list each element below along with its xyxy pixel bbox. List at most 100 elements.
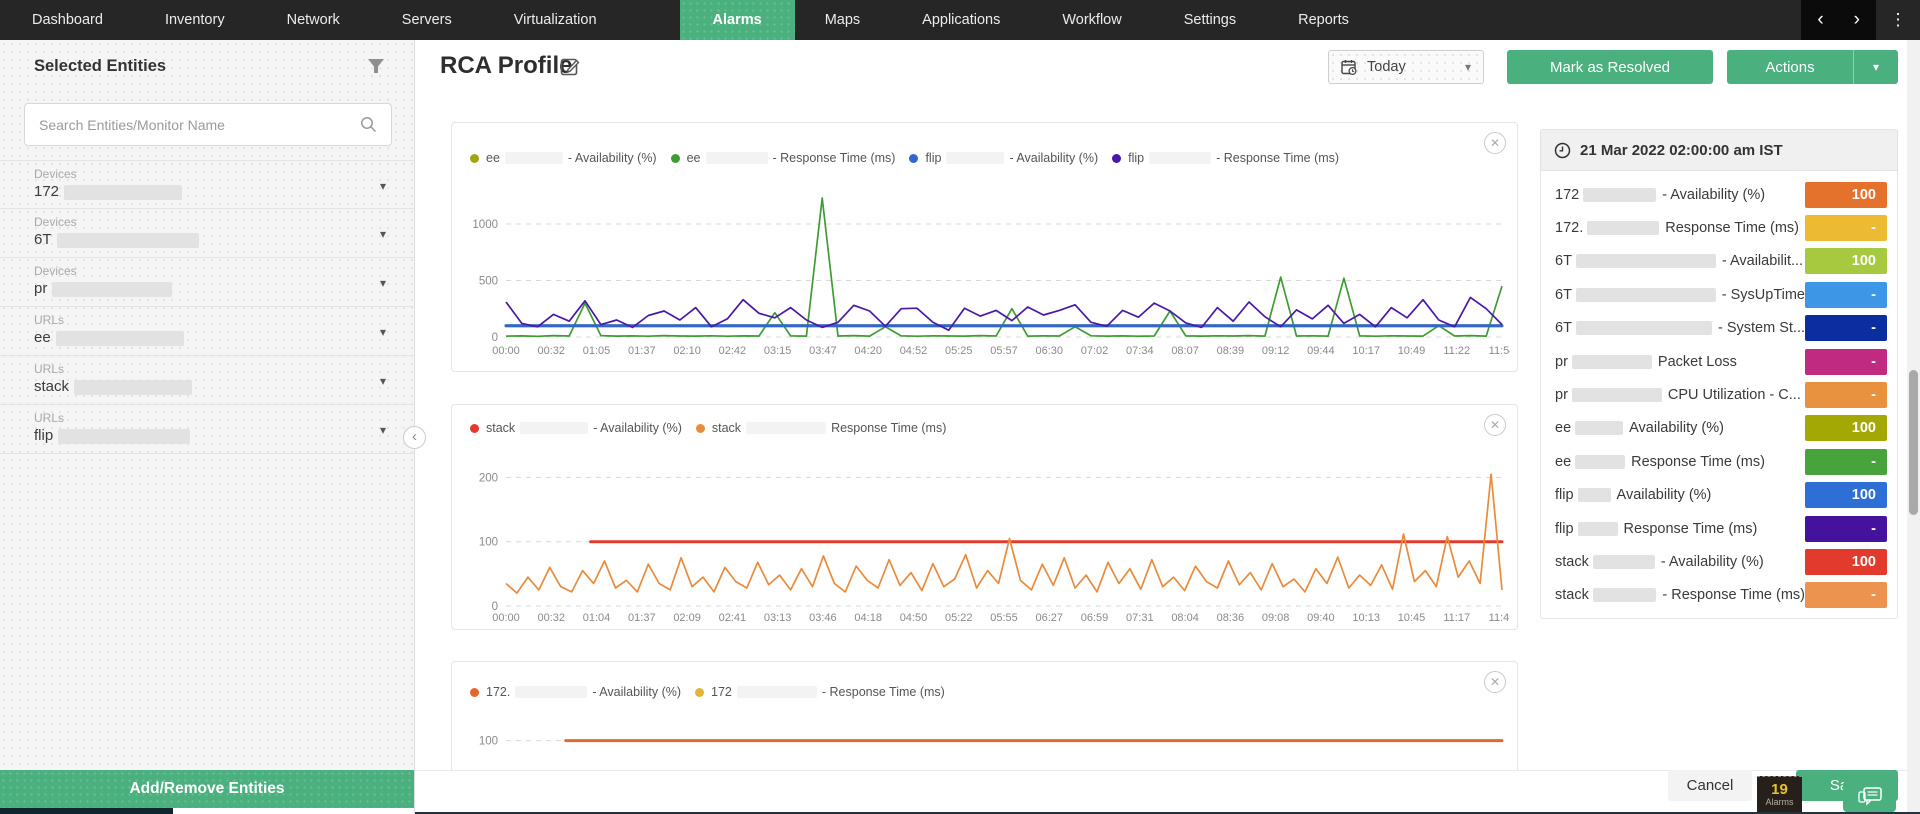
sidebar-entity-devices-6t[interactable]: Devices 6T ▾: [0, 209, 414, 258]
metric-name-metric: Packet Loss: [1657, 353, 1737, 370]
actions-button[interactable]: Actions ▾: [1727, 50, 1898, 84]
search-input[interactable]: [39, 116, 360, 133]
nav-item-reports[interactable]: Reports: [1295, 0, 1352, 40]
close-chart-icon[interactable]: ✕: [1484, 671, 1506, 693]
alarms-count-badge: 19 Alarms: [1757, 776, 1802, 812]
sidebar-entity-urls-flip[interactable]: URLs flip ▾: [0, 405, 414, 454]
sidebar-entity-urls-ee[interactable]: URLs ee ▾: [0, 307, 414, 356]
legend-series-metric: - Response Time (ms): [772, 151, 896, 165]
metric-name-metric: CPU Utilization - C...: [1667, 387, 1801, 404]
x-axis-tick: 10:49: [1398, 345, 1426, 357]
chevron-down-icon[interactable]: ▾: [380, 276, 386, 290]
scrollbar-thumb[interactable]: [1909, 370, 1918, 515]
legend-item: stack Response Time (ms): [695, 421, 946, 435]
redacted-text: [1592, 554, 1655, 569]
nav-item-servers[interactable]: Servers: [399, 0, 455, 40]
mark-as-resolved-button[interactable]: Mark as Resolved: [1507, 50, 1713, 84]
redacted-text: [1149, 152, 1212, 164]
metric-name-metric: Response Time (ms): [1631, 453, 1765, 470]
date-range-dropdown[interactable]: Today ▾: [1328, 50, 1484, 84]
chart-legend: 172. - Availability (%) 172 - Response Time…: [470, 685, 1473, 699]
nav-item-virtualization[interactable]: Virtualization: [511, 0, 600, 40]
nav-item-maps[interactable]: Maps: [822, 0, 863, 40]
sidebar-entity-urls-stack[interactable]: URLs stack ▾: [0, 356, 414, 405]
y-axis-tick: 0: [492, 332, 498, 344]
x-axis-tick: 09:44: [1307, 345, 1335, 357]
metric-row: 172. Response Time (ms) -: [1541, 211, 1897, 244]
metric-name-prefix: 172.: [1555, 220, 1584, 237]
actions-caret-icon[interactable]: ▾: [1854, 60, 1898, 74]
entity-name-prefix: stack: [34, 378, 70, 395]
redacted-text: [736, 686, 817, 698]
edit-profile-icon[interactable]: [560, 56, 581, 77]
sidebar-entity-devices-pr[interactable]: Devices pr ▾: [0, 258, 414, 307]
redacted-text: [56, 232, 199, 248]
sidebar-entity-devices-172[interactable]: Devices 172 ▾: [0, 160, 414, 209]
redacted-text: [1575, 287, 1716, 302]
metric-value-badge: -: [1805, 315, 1887, 342]
legend-series-name: 172.: [486, 685, 511, 699]
x-axis-tick: 05:55: [990, 612, 1018, 624]
chevron-down-icon[interactable]: ▾: [380, 179, 386, 193]
legend-dot: [695, 687, 705, 697]
chart-card-1: ✕ ee - Availability (%) ee - Response Time (…: [451, 122, 1518, 372]
metric-name-metric: Response Time (ms): [1623, 520, 1758, 537]
metric-row: ee Response Time (ms) -: [1541, 445, 1897, 478]
page-scrollbar[interactable]: [1907, 40, 1920, 814]
metric-name-prefix: stack: [1555, 587, 1589, 604]
metric-name: 6T - System St...: [1555, 320, 1805, 336]
legend-dot: [470, 687, 479, 697]
chevron-down-icon[interactable]: ▾: [380, 374, 386, 388]
nav-item-applications[interactable]: Applications: [919, 0, 1003, 40]
nav-item-workflow[interactable]: Workflow: [1059, 0, 1124, 40]
x-axis-tick: 05:25: [945, 345, 973, 357]
metric-row: flip Availability (%) 100: [1541, 479, 1897, 512]
overflow-menu-icon[interactable]: ⋮: [1876, 10, 1920, 30]
y-axis-tick: 500: [479, 275, 498, 287]
nav-item-settings[interactable]: Settings: [1181, 0, 1239, 40]
chevron-down-icon: ▾: [1464, 60, 1471, 74]
entity-name: stack: [34, 376, 414, 398]
sidebar: Selected Entities Devices172▾Devices6T▾D…: [0, 40, 426, 814]
feedback-chat-button[interactable]: [1843, 781, 1896, 812]
metric-name: 6T - SysUpTime: [1555, 287, 1805, 303]
sidebar-collapse-icon[interactable]: ‹: [403, 426, 426, 449]
nav-item-alarms[interactable]: Alarms: [679, 0, 795, 40]
entity-name: pr: [34, 278, 414, 300]
chevron-down-icon[interactable]: ▾: [380, 227, 386, 241]
close-chart-icon[interactable]: ✕: [1484, 132, 1506, 154]
y-axis-tick: 100: [479, 537, 498, 549]
chevron-right-icon[interactable]: ›: [1854, 9, 1860, 31]
cancel-button[interactable]: Cancel: [1668, 770, 1752, 801]
chevron-left-icon[interactable]: ‹: [1817, 9, 1823, 31]
calendar-icon: [1341, 59, 1357, 75]
y-axis-tick: 100: [479, 736, 498, 748]
chevron-down-icon[interactable]: ▾: [380, 325, 386, 339]
metric-name-metric: Availability (%): [1616, 487, 1712, 504]
close-chart-icon[interactable]: ✕: [1484, 414, 1506, 436]
x-axis-tick: 01:05: [583, 345, 611, 357]
metric-name: pr Packet Loss: [1555, 354, 1805, 370]
nav-item-dashboard[interactable]: Dashboard: [29, 0, 106, 40]
x-axis-tick: 08:36: [1217, 612, 1245, 624]
x-axis-tick: 01:37: [628, 345, 656, 357]
x-axis-tick: 07:34: [1126, 345, 1154, 357]
metric-name-prefix: 6T: [1555, 253, 1572, 270]
metric-name-prefix: pr: [1555, 387, 1568, 404]
filter-icon[interactable]: [366, 56, 386, 76]
x-axis-tick: 09:40: [1307, 612, 1335, 624]
nav-item-inventory[interactable]: Inventory: [162, 0, 228, 40]
redacted-text: [705, 152, 768, 164]
redacted-text: [52, 281, 173, 297]
chart-plot: 0 500 1000 00:00 00:32 01:05 01:37 02:10 02:42 03…: [472, 197, 1510, 357]
add-remove-entities-button[interactable]: Add/Remove Entities: [0, 770, 414, 808]
redacted-text: [1575, 254, 1716, 269]
chat-bubbles-icon: [1857, 786, 1882, 806]
clock-icon: [1554, 142, 1571, 158]
metric-name-prefix: 172: [1555, 186, 1580, 203]
chevron-down-icon[interactable]: ▾: [380, 423, 386, 437]
metric-value-badge: -: [1805, 448, 1887, 475]
x-axis-tick: 04:20: [854, 345, 882, 357]
nav-item-network[interactable]: Network: [284, 0, 343, 40]
redacted-text: [1577, 488, 1611, 503]
